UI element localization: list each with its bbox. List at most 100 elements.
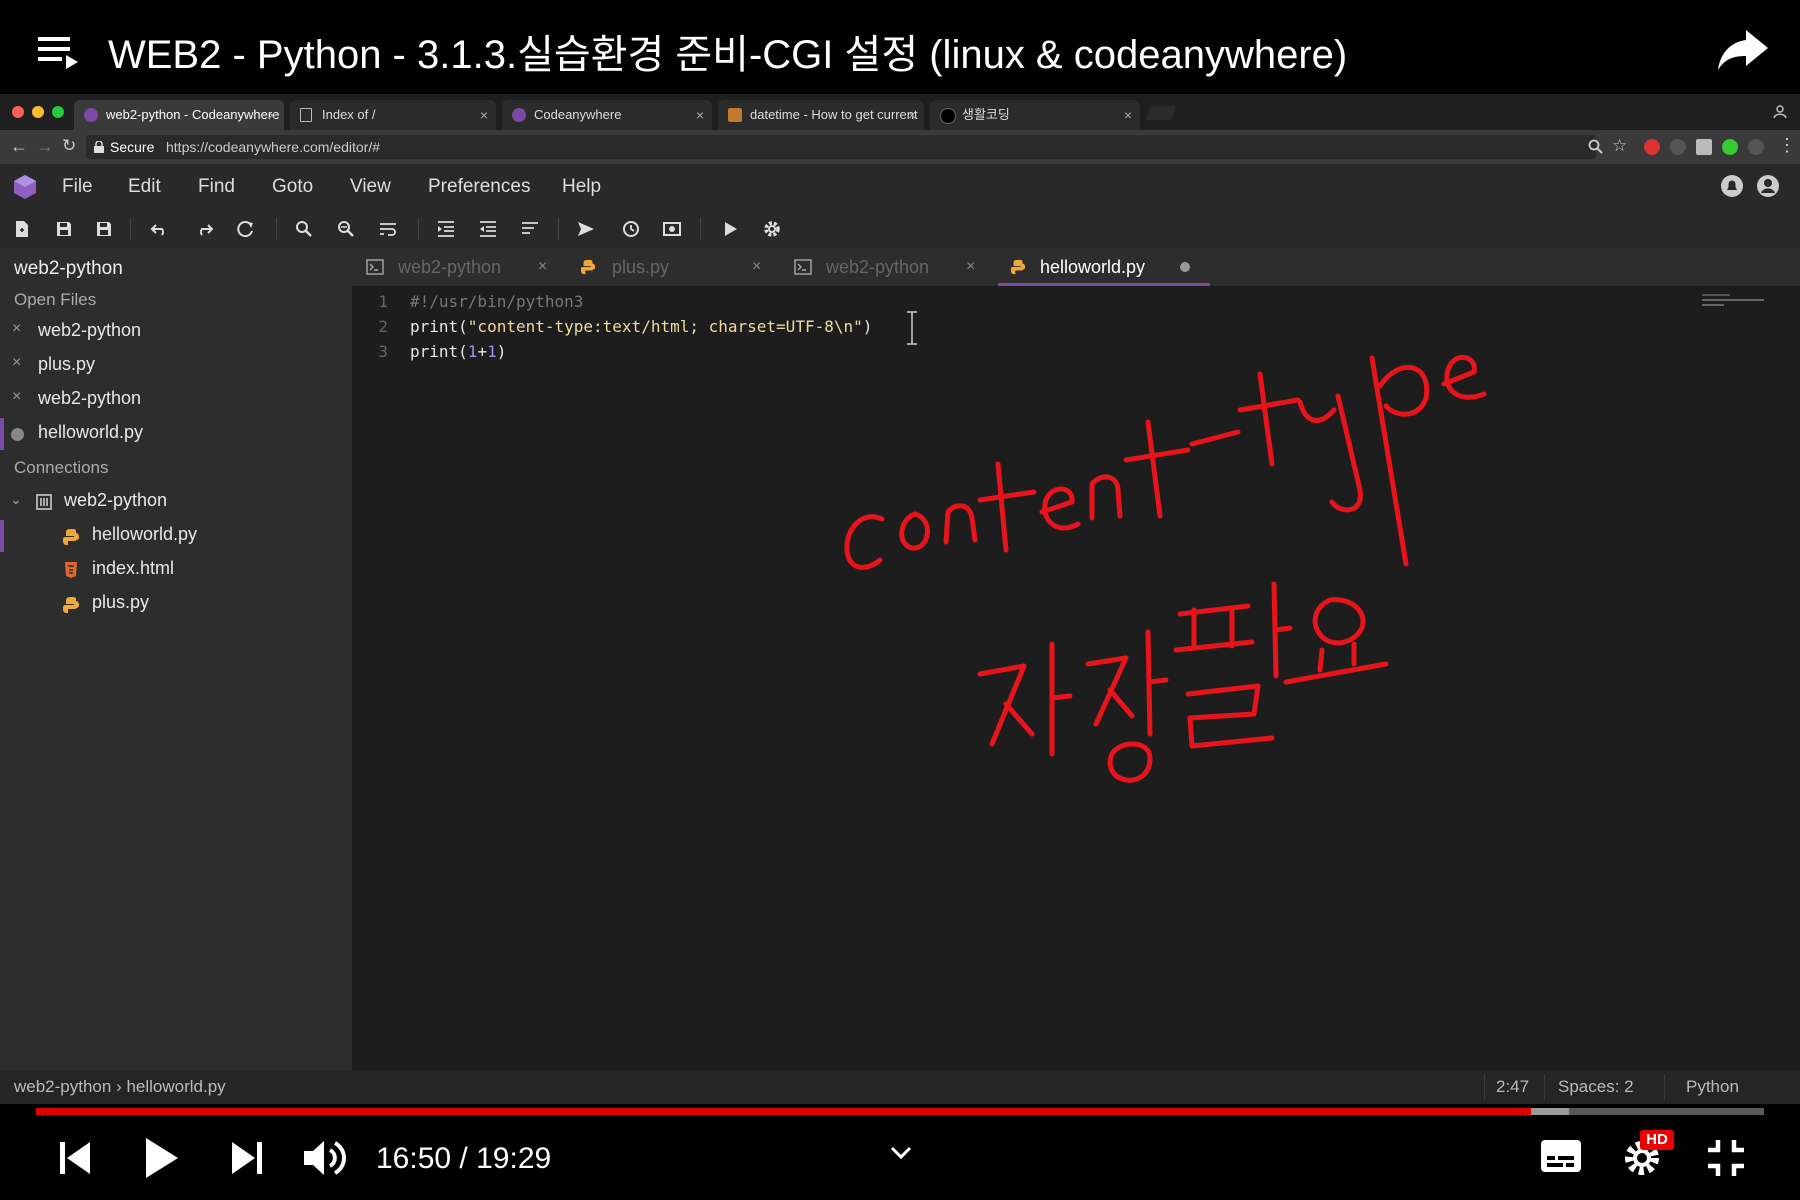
- editor-tab-terminal[interactable]: web2-python ×: [366, 248, 570, 286]
- browser-tab[interactable]: Index of / ×: [290, 100, 496, 130]
- menu-goto[interactable]: Goto: [272, 176, 313, 198]
- maximize-window-button[interactable]: [52, 106, 64, 118]
- editor-toolbar: [0, 210, 1800, 249]
- tree-item-active[interactable]: helloworld.py: [0, 520, 352, 552]
- browser-menu-icon[interactable]: ⋮: [1778, 135, 1796, 156]
- editor-tab-helloworld-py[interactable]: helloworld.py: [998, 248, 1210, 286]
- connection-item[interactable]: ⌄ web2-python: [0, 486, 352, 518]
- play-icon[interactable]: [144, 1136, 180, 1180]
- bookmark-star-icon[interactable]: ☆: [1612, 136, 1627, 156]
- minimap[interactable]: [1702, 292, 1768, 316]
- profile-icon[interactable]: [1772, 104, 1788, 120]
- history-icon[interactable]: [620, 219, 640, 239]
- open-file-item-active[interactable]: helloworld.py: [0, 418, 352, 450]
- share-icon[interactable]: [1716, 26, 1770, 72]
- tree-item[interactable]: plus.py: [0, 588, 352, 620]
- word-wrap-icon[interactable]: [378, 219, 398, 239]
- send-icon[interactable]: [576, 219, 596, 239]
- url-text[interactable]: https://codeanywhere.com/editor/#: [166, 135, 380, 159]
- new-file-icon[interactable]: [12, 219, 32, 239]
- preview-icon[interactable]: [662, 219, 682, 239]
- code-line[interactable]: print("content-type:text/html; charset=U…: [410, 317, 872, 336]
- extension-icon[interactable]: [1722, 139, 1738, 155]
- notifications-icon[interactable]: [1720, 174, 1744, 198]
- open-file-item[interactable]: × web2-python: [0, 384, 352, 416]
- close-file-icon[interactable]: ×: [12, 388, 21, 406]
- menu-file[interactable]: File: [62, 176, 93, 198]
- seek-bar[interactable]: [36, 1108, 1764, 1115]
- forward-icon[interactable]: →: [36, 136, 54, 157]
- previous-icon[interactable]: [60, 1140, 90, 1176]
- menu-help[interactable]: Help: [562, 176, 601, 198]
- close-tab-icon[interactable]: ×: [752, 248, 761, 286]
- open-file-item[interactable]: × plus.py: [0, 350, 352, 382]
- save-icon[interactable]: [54, 219, 74, 239]
- exit-fullscreen-icon[interactable]: [1706, 1138, 1746, 1178]
- browser-tab[interactable]: datetime - How to get current ×: [718, 100, 924, 130]
- close-tab-icon[interactable]: ×: [696, 100, 704, 130]
- menu-preferences[interactable]: Preferences: [428, 176, 530, 198]
- playlist-icon[interactable]: [38, 33, 84, 73]
- reload-icon[interactable]: ↻: [62, 136, 76, 156]
- open-file-item[interactable]: × web2-python: [0, 316, 352, 348]
- code-line[interactable]: #!/usr/bin/python3: [410, 292, 583, 311]
- redo-icon[interactable]: [194, 219, 214, 239]
- extension-icon[interactable]: [1644, 139, 1660, 155]
- new-tab-button[interactable]: [1145, 106, 1177, 120]
- close-tab-icon[interactable]: ×: [268, 100, 276, 130]
- search-icon[interactable]: [294, 219, 314, 239]
- project-title: web2-python: [14, 258, 123, 279]
- save-all-icon[interactable]: [94, 219, 114, 239]
- address-bar[interactable]: Secure https://codeanywhere.com/editor/#: [86, 135, 1596, 159]
- editor-tab-bar: web2-python × plus.py × web2-python × he…: [352, 248, 1800, 286]
- indentation-setting[interactable]: Spaces: 2: [1558, 1077, 1634, 1097]
- menu-edit[interactable]: Edit: [128, 176, 161, 198]
- editor-tab-plus-py[interactable]: plus.py ×: [580, 248, 784, 286]
- zoom-icon[interactable]: [1588, 139, 1604, 155]
- browser-tab[interactable]: Codeanywhere ×: [502, 100, 712, 130]
- video-title[interactable]: WEB2 - Python - 3.1.3.실습환경 준비-CGI 설정 (li…: [108, 22, 1347, 80]
- back-icon[interactable]: ←: [10, 136, 28, 157]
- open-file-label: helloworld.py: [38, 422, 144, 442]
- stackoverflow-favicon-icon: [728, 108, 742, 122]
- settings-icon[interactable]: [762, 219, 782, 239]
- chevron-down-icon[interactable]: ⌄: [10, 491, 22, 508]
- browser-tab[interactable]: 생활코딩 ×: [930, 100, 1140, 130]
- search-replace-icon[interactable]: [336, 219, 356, 239]
- menu-view[interactable]: View: [350, 176, 391, 198]
- user-account-icon[interactable]: [1756, 174, 1780, 198]
- extension-icon[interactable]: [1748, 139, 1764, 155]
- outdent-icon[interactable]: [478, 219, 498, 239]
- tree-item[interactable]: index.html: [0, 554, 352, 586]
- run-icon[interactable]: [720, 219, 740, 239]
- volume-icon[interactable]: [302, 1136, 346, 1180]
- python-file-icon: [63, 529, 79, 545]
- subtitles-icon[interactable]: [1540, 1138, 1582, 1174]
- close-tab-icon[interactable]: ×: [1124, 100, 1132, 130]
- close-file-icon[interactable]: ×: [12, 354, 21, 372]
- close-tab-icon[interactable]: ×: [908, 100, 916, 130]
- extension-icon[interactable]: [1696, 139, 1712, 155]
- close-tab-icon[interactable]: ×: [538, 248, 547, 286]
- code-line[interactable]: print(1+1): [410, 342, 506, 361]
- refresh-icon[interactable]: [236, 219, 256, 239]
- browser-tab[interactable]: web2-python - Codeanywhere ×: [74, 100, 284, 130]
- editor-tab-terminal[interactable]: web2-python ×: [794, 248, 998, 286]
- video-frame[interactable]: web2-python - Codeanywhere × Index of / …: [0, 94, 1800, 1104]
- close-tab-icon[interactable]: ×: [966, 248, 975, 286]
- file-breadcrumb[interactable]: web2-python › helloworld.py: [14, 1077, 226, 1097]
- extension-icon[interactable]: [1670, 139, 1686, 155]
- language-mode[interactable]: Python: [1686, 1077, 1739, 1097]
- menu-find[interactable]: Find: [198, 176, 235, 198]
- sort-lines-icon[interactable]: [520, 219, 540, 239]
- close-tab-icon[interactable]: ×: [480, 100, 488, 130]
- close-window-button[interactable]: [12, 106, 24, 118]
- close-file-icon[interactable]: ×: [12, 320, 21, 338]
- python-file-icon: [580, 259, 596, 275]
- indent-icon[interactable]: [436, 219, 456, 239]
- next-icon[interactable]: [232, 1140, 262, 1176]
- cursor-position[interactable]: 2:47: [1496, 1077, 1529, 1097]
- undo-icon[interactable]: [150, 219, 170, 239]
- minimize-window-button[interactable]: [32, 106, 44, 118]
- chevron-down-icon[interactable]: [890, 1146, 912, 1160]
